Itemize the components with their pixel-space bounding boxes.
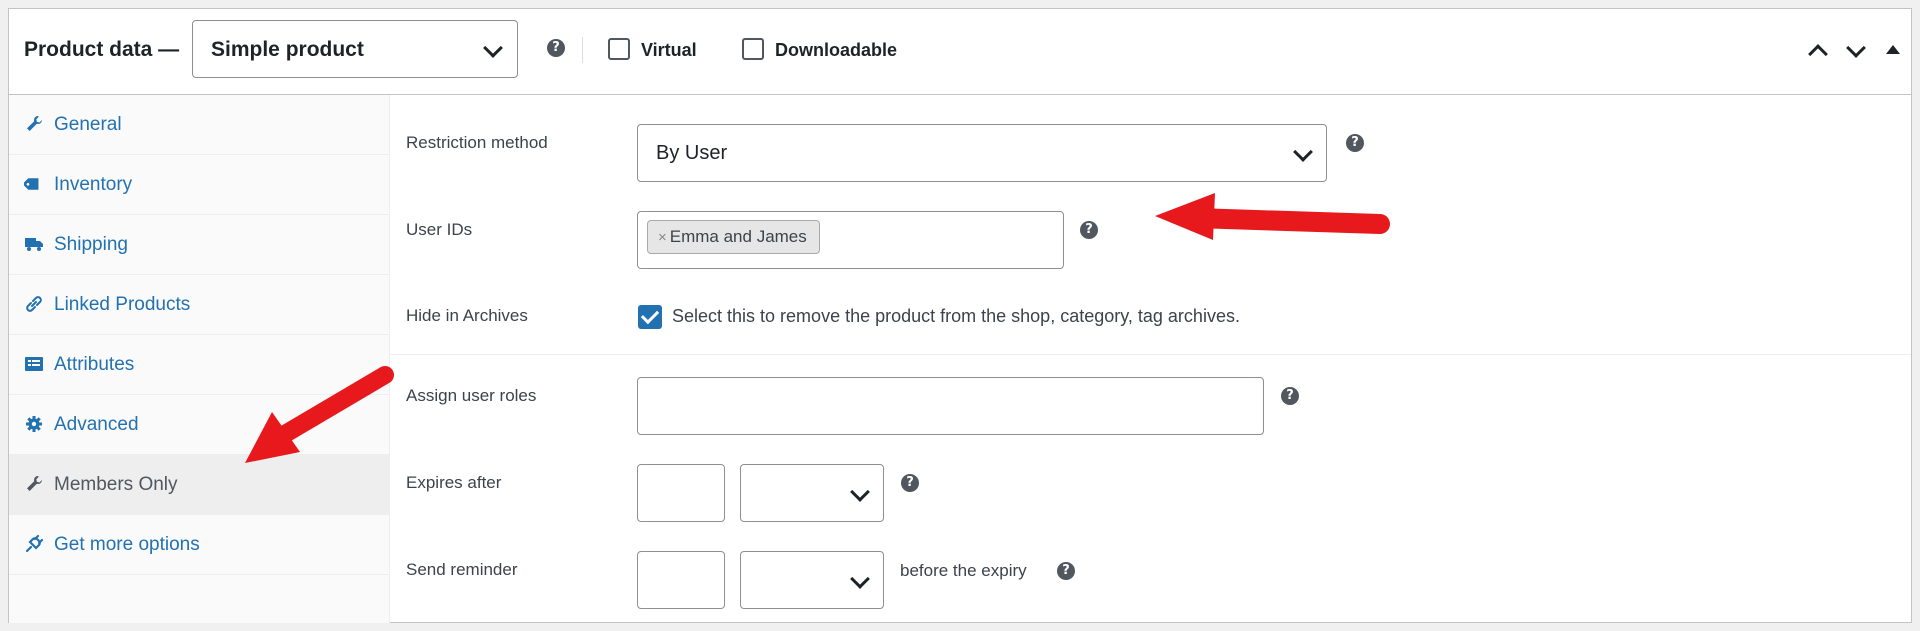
tab-shipping[interactable]: Shipping	[9, 215, 390, 275]
tab-label: Inventory	[54, 174, 133, 195]
hide-in-archives-checkbox[interactable]	[638, 305, 662, 329]
tab-general[interactable]: General	[9, 95, 390, 155]
chevron-down-icon	[1293, 142, 1313, 162]
chevron-down-icon	[850, 569, 870, 589]
restriction-method-select[interactable]: By User	[637, 124, 1327, 182]
section-divider	[390, 354, 1911, 355]
help-icon[interactable]: ?	[1057, 562, 1075, 580]
hide-in-archives-description: Select this to remove the product from t…	[672, 306, 1240, 326]
wrench-icon	[27, 116, 42, 131]
downloadable-checkbox[interactable]	[742, 38, 764, 60]
virtual-checkbox[interactable]	[608, 38, 630, 60]
send-reminder-label: Send reminder	[406, 560, 518, 579]
help-icon[interactable]: ?	[1346, 134, 1364, 152]
product-data-panel: Product data — Simple product ? Virtual …	[8, 8, 1912, 623]
wrench-icon	[27, 476, 42, 491]
move-up-icon[interactable]	[1808, 44, 1828, 64]
plugin-icon	[25, 534, 44, 553]
send-reminder-suffix: before the expiry	[900, 561, 1027, 580]
tab-linked-products[interactable]: Linked Products	[9, 275, 390, 335]
toggle-panel-icon[interactable]	[1886, 45, 1900, 54]
product-type-select[interactable]: Simple product	[192, 20, 518, 78]
link-icon	[26, 296, 42, 312]
hide-in-archives-label: Hide in Archives	[406, 306, 528, 325]
product-type-value: Simple product	[211, 38, 364, 61]
send-reminder-unit-select[interactable]	[740, 551, 884, 609]
tab-label: Advanced	[54, 414, 139, 435]
help-icon[interactable]: ?	[901, 474, 919, 492]
tab-label: Attributes	[54, 354, 135, 375]
help-icon[interactable]: ?	[547, 39, 565, 57]
user-ids-input[interactable]: × Emma and James	[637, 211, 1064, 269]
user-ids-label: User IDs	[406, 220, 473, 239]
expires-after-unit-select[interactable]	[740, 464, 884, 522]
tab-inventory[interactable]: Inventory	[9, 155, 390, 215]
chevron-down-icon	[850, 482, 870, 502]
truck-icon	[25, 238, 43, 251]
remove-token-icon[interactable]: ×	[658, 229, 667, 246]
tag-icon	[24, 178, 39, 190]
downloadable-label: Downloadable	[775, 40, 898, 60]
tab-label: Shipping	[54, 234, 128, 255]
chevron-down-icon	[483, 38, 503, 58]
tab-attributes[interactable]: Attributes	[9, 335, 390, 395]
product-data-header: Product data — Simple product ? Virtual …	[9, 9, 1911, 95]
tab-members-only[interactable]: Members Only	[9, 455, 390, 515]
tab-label: General	[54, 114, 122, 135]
tab-label: Linked Products	[54, 294, 191, 315]
restriction-method-label: Restriction method	[406, 133, 548, 152]
move-down-icon[interactable]	[1846, 38, 1866, 58]
send-reminder-number-input[interactable]	[637, 551, 725, 609]
header-divider	[582, 37, 583, 63]
user-token-label: Emma and James	[669, 227, 807, 246]
members-only-panel: Restriction method By User ? User IDs × E…	[390, 95, 1911, 623]
virtual-label: Virtual	[641, 40, 697, 60]
product-data-tabs: General Inventory Shipping Linked Produc…	[9, 95, 390, 623]
user-token: × Emma and James	[647, 220, 820, 254]
expires-after-label: Expires after	[406, 473, 502, 492]
list-icon	[25, 357, 43, 371]
assign-user-roles-input[interactable]	[637, 377, 1264, 435]
help-icon[interactable]: ?	[1281, 387, 1299, 405]
tab-get-more-options[interactable]: Get more options	[9, 515, 390, 575]
restriction-method-value: By User	[656, 142, 728, 164]
tab-label: Members Only	[54, 474, 178, 495]
expires-after-number-input[interactable]	[637, 464, 725, 522]
help-icon[interactable]: ?	[1080, 221, 1098, 239]
tab-label: Get more options	[54, 534, 200, 555]
panel-title: Product data —	[24, 38, 180, 61]
assign-user-roles-label: Assign user roles	[406, 386, 537, 405]
gear-icon	[26, 416, 42, 432]
tab-advanced[interactable]: Advanced	[9, 395, 390, 455]
